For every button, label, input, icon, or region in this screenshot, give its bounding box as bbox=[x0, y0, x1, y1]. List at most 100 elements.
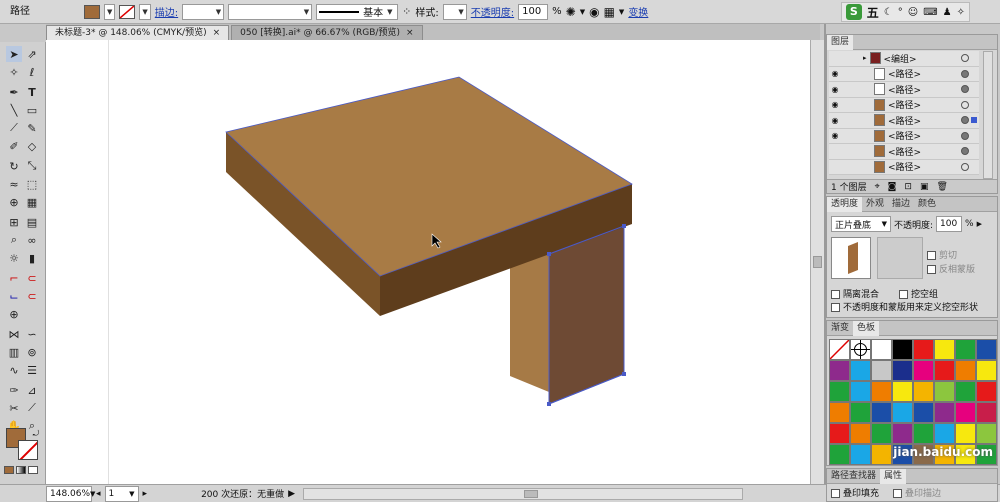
stroke-label[interactable]: 描边: bbox=[155, 4, 178, 19]
eye-icon[interactable]: ◉ bbox=[829, 131, 841, 140]
ime-mode[interactable]: 五 bbox=[867, 4, 879, 21]
new-layer-icon[interactable]: ▣ bbox=[920, 182, 929, 192]
color-swatch[interactable] bbox=[955, 339, 976, 360]
target-icon[interactable] bbox=[961, 54, 969, 63]
color-swatch[interactable] bbox=[871, 444, 892, 465]
pencil-icon[interactable]: ✎ bbox=[24, 120, 40, 136]
paintbrush-icon[interactable]: ⟋ bbox=[6, 120, 22, 136]
color-swatch[interactable] bbox=[829, 444, 850, 465]
panel-opacity-field[interactable]: 100 bbox=[936, 216, 963, 232]
artboard-canvas[interactable] bbox=[46, 40, 810, 484]
color-swatch[interactable] bbox=[934, 402, 955, 423]
rectangle-tool-icon[interactable]: ▭ bbox=[24, 102, 40, 118]
layer-row[interactable]: <路径> bbox=[829, 159, 979, 175]
prev-page-icon[interactable]: ◂ bbox=[96, 489, 101, 499]
tab-attributes[interactable]: 属性 bbox=[880, 468, 907, 484]
target-icon[interactable] bbox=[961, 69, 969, 78]
color-swatch[interactable] bbox=[955, 381, 976, 402]
recolor-icon[interactable]: ✺ bbox=[566, 5, 576, 19]
page-field[interactable]: 1 ▼ bbox=[104, 485, 139, 502]
tab-document-1[interactable]: 未标题-3* @ 148.06% (CMYK/预览) × bbox=[46, 25, 230, 40]
tab-color[interactable]: 颜色 bbox=[914, 197, 940, 212]
target-icon[interactable] bbox=[961, 100, 969, 109]
make-clip-mask-icon[interactable]: ◙ bbox=[888, 182, 897, 192]
color-swatch[interactable] bbox=[976, 339, 997, 360]
layer-row[interactable]: ◉ <路径> bbox=[829, 97, 979, 113]
target-icon[interactable] bbox=[961, 162, 969, 171]
user-icon[interactable]: ♟ bbox=[943, 7, 952, 18]
tab-swatches[interactable]: 色板 bbox=[853, 320, 880, 336]
wrench-icon[interactable]: ✧ bbox=[957, 7, 965, 18]
anchor-point[interactable] bbox=[622, 224, 626, 228]
lasso-icon[interactable]: ℓ bbox=[24, 64, 40, 80]
layer-row[interactable]: ◉ <路径> bbox=[829, 82, 979, 98]
overprint-fill-checkbox[interactable]: 叠印填充 bbox=[831, 486, 879, 499]
blend-mode-dropdown[interactable]: 正片叠底 ▼ bbox=[831, 216, 891, 232]
color-swatch[interactable] bbox=[871, 381, 892, 402]
fill-swatch[interactable] bbox=[84, 4, 100, 19]
layers-scrollbar[interactable] bbox=[983, 51, 993, 179]
selection-tool-icon[interactable]: ➤ bbox=[6, 46, 22, 62]
color-swatch[interactable] bbox=[871, 423, 892, 444]
smile-icon[interactable]: ☺ bbox=[908, 7, 918, 18]
layer-row[interactable]: <路径> bbox=[829, 144, 979, 160]
color-swatch[interactable] bbox=[976, 423, 997, 444]
blend-tool-icon[interactable]: ∞ bbox=[24, 232, 40, 248]
align-dropdown-icon[interactable]: ▼ bbox=[619, 8, 624, 16]
twirl-tool-icon[interactable]: ∽ bbox=[24, 326, 40, 342]
color-swatch[interactable] bbox=[913, 423, 934, 444]
eye-icon[interactable]: ◉ bbox=[829, 85, 841, 94]
color-swatch[interactable] bbox=[892, 360, 913, 381]
crosshair-icon[interactable]: ⊕ bbox=[6, 306, 22, 322]
selected-square-icon[interactable] bbox=[971, 117, 977, 124]
color-swatch[interactable] bbox=[850, 381, 871, 402]
color-swatch[interactable] bbox=[850, 360, 871, 381]
expand-icon[interactable]: ▸ bbox=[863, 54, 867, 62]
color-swatch[interactable] bbox=[892, 423, 913, 444]
recolor-dropdown-icon[interactable]: ▼ bbox=[580, 8, 585, 16]
tab-appearance[interactable]: 外观 bbox=[862, 197, 888, 212]
target-icon[interactable] bbox=[961, 116, 969, 125]
swap-fill-stroke-icon[interactable]: ⤾ bbox=[28, 426, 44, 442]
color-swatch[interactable] bbox=[955, 402, 976, 423]
ime-logo-icon[interactable]: S bbox=[845, 4, 862, 20]
next-page-icon[interactable]: ▸ bbox=[143, 489, 148, 499]
color-swatch[interactable] bbox=[829, 339, 850, 360]
tab-document-2[interactable]: 050 [转换].ai* @ 66.67% (RGB/预览) × bbox=[231, 25, 423, 40]
shape-builder-icon[interactable]: ⊕ bbox=[6, 194, 22, 210]
globe-icon[interactable]: ◉ bbox=[589, 5, 599, 19]
anchor-point[interactable] bbox=[622, 372, 626, 376]
color-swatch[interactable] bbox=[850, 423, 871, 444]
layer-row[interactable]: ◉ <路径> bbox=[829, 113, 979, 129]
tab-layers[interactable]: 图层 bbox=[827, 34, 854, 50]
color-swatch[interactable] bbox=[976, 360, 997, 381]
gradient-mode-icon[interactable] bbox=[16, 466, 26, 474]
transform-link[interactable]: 变换 bbox=[628, 4, 648, 19]
color-swatch[interactable] bbox=[892, 381, 913, 402]
slice-tool-icon[interactable]: ⊂ bbox=[24, 270, 40, 286]
color-swatch[interactable] bbox=[913, 402, 934, 423]
list-tool-icon[interactable]: ☰ bbox=[24, 362, 40, 378]
color-swatch[interactable] bbox=[892, 402, 913, 423]
color-swatch[interactable] bbox=[829, 360, 850, 381]
knife-tool-icon[interactable]: ⌙ bbox=[6, 288, 22, 304]
live-paint-select-icon[interactable]: ⊚ bbox=[24, 344, 40, 360]
line-tool-icon[interactable]: ╲ bbox=[6, 102, 22, 118]
color-swatch[interactable] bbox=[976, 402, 997, 423]
type-tool-icon[interactable]: T bbox=[24, 84, 40, 100]
layer-row[interactable]: ◉ <路径> bbox=[829, 66, 979, 82]
pen-tool-icon[interactable]: ✒ bbox=[6, 84, 22, 100]
vertical-scrollbar[interactable] bbox=[810, 40, 824, 484]
target-icon[interactable] bbox=[961, 147, 969, 156]
status-arrow-icon[interactable]: ▶ bbox=[288, 489, 295, 499]
color-swatch[interactable] bbox=[871, 339, 892, 360]
align-icon[interactable]: ▦ bbox=[604, 5, 615, 19]
eraser-icon[interactable]: ◇ bbox=[24, 138, 40, 154]
color-swatch[interactable] bbox=[850, 402, 871, 423]
color-swatch[interactable] bbox=[934, 423, 955, 444]
close-icon[interactable]: × bbox=[406, 26, 414, 40]
color-swatch[interactable] bbox=[829, 381, 850, 402]
color-swatch[interactable] bbox=[892, 339, 913, 360]
horizontal-scrollbar[interactable] bbox=[303, 487, 744, 500]
close-icon[interactable]: × bbox=[213, 26, 221, 40]
